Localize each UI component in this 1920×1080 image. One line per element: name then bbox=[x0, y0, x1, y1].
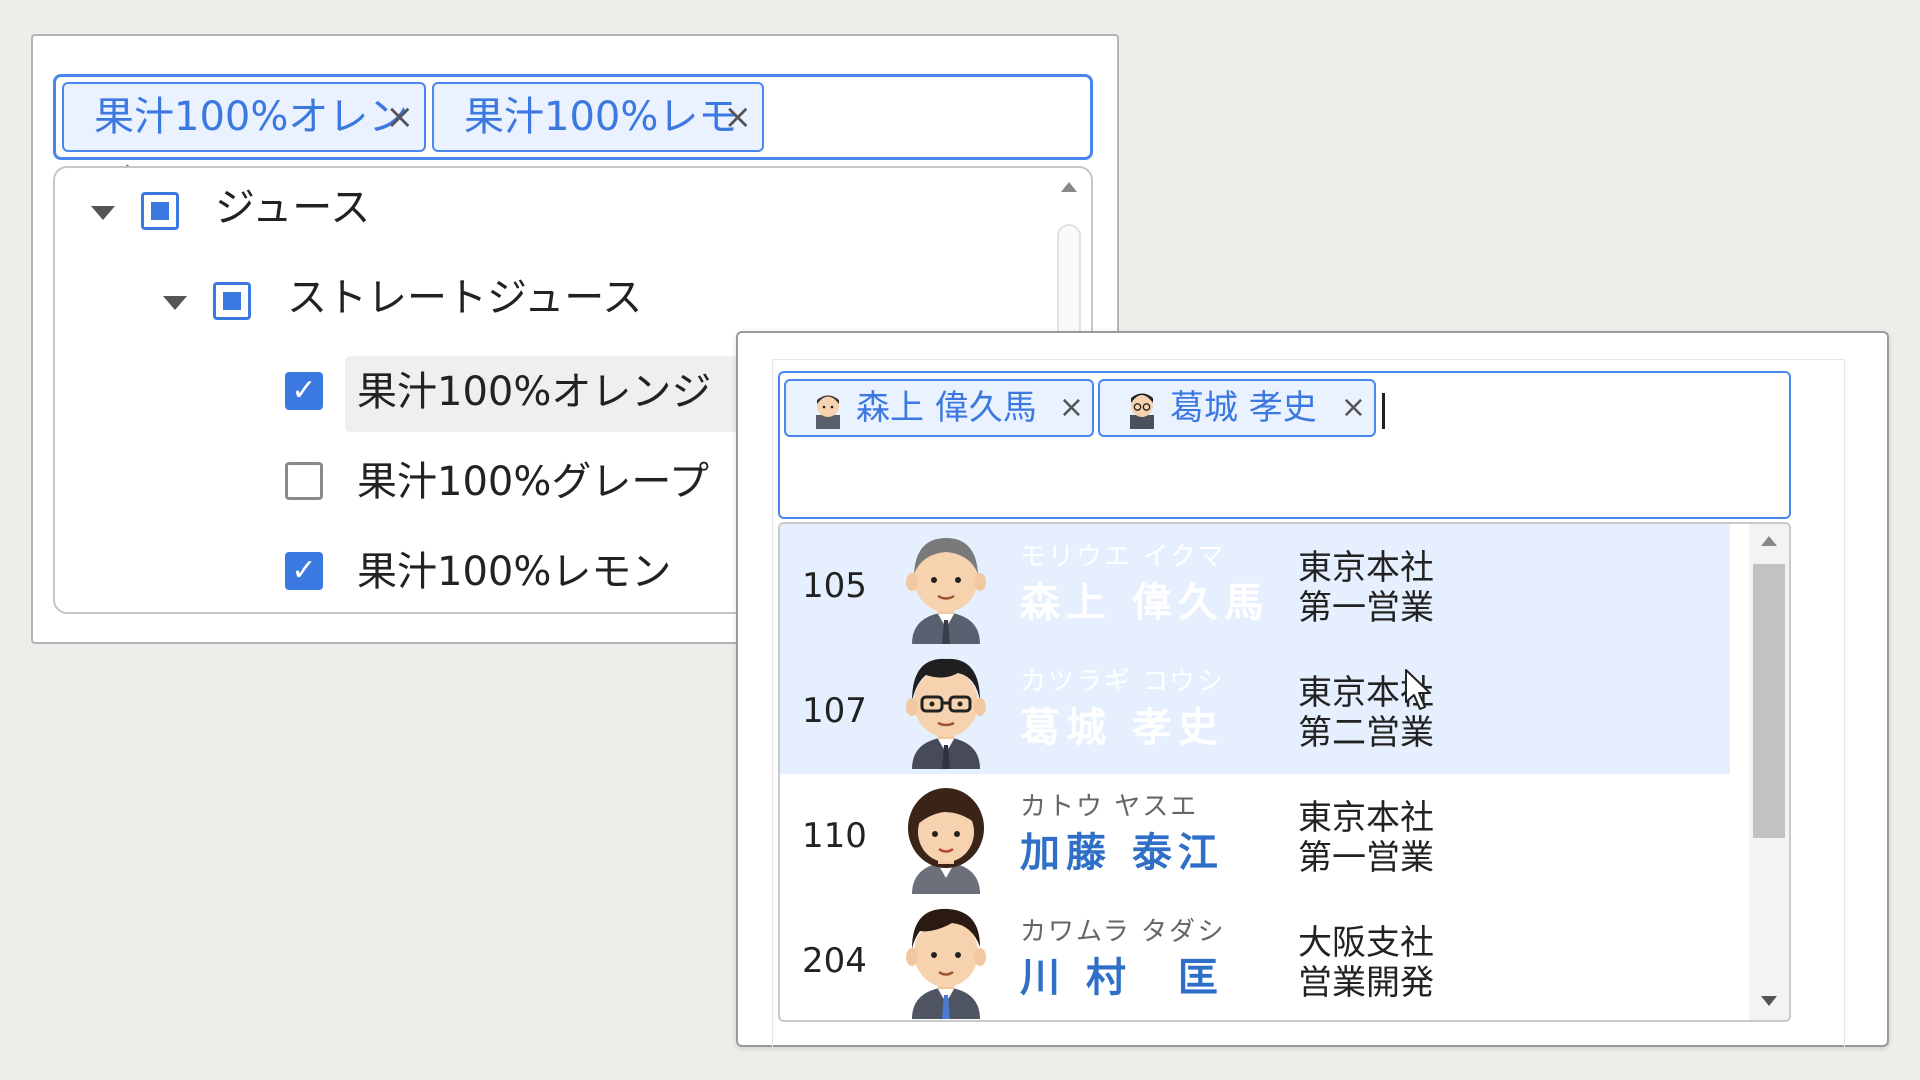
tag-remove-button[interactable]: × bbox=[386, 84, 415, 150]
list-item[interactable]: 204 カワムラ タダシ 川 村 匡 大阪支社 営業開発 bbox=[780, 899, 1730, 1020]
man-with-glasses-avatar-icon bbox=[906, 658, 986, 769]
employee-department: 営業開発 bbox=[1298, 963, 1434, 1003]
employee-department: 第一営業 bbox=[1298, 588, 1434, 628]
tag-remove-button[interactable]: × bbox=[724, 84, 753, 150]
tree-node-label[interactable]: ジュース bbox=[215, 170, 370, 246]
tree-checkbox[interactable] bbox=[213, 282, 251, 320]
tree-node-label[interactable]: 果汁100%オレンジ bbox=[357, 354, 711, 430]
employee-kana: カワムラ タダシ bbox=[1020, 917, 1226, 947]
mouse-pointer-icon bbox=[1405, 669, 1431, 710]
tree-node-label[interactable]: ストレートジュース bbox=[287, 260, 642, 336]
scroll-down-icon[interactable] bbox=[1761, 996, 1777, 1006]
text-caret bbox=[1382, 393, 1385, 429]
employee-id: 204 bbox=[802, 941, 867, 981]
tag-remove-button[interactable]: × bbox=[1341, 381, 1366, 435]
employee-kana: カトウ ヤスエ bbox=[1020, 792, 1199, 822]
expand-arrow-icon[interactable] bbox=[163, 296, 187, 310]
scroll-thumb[interactable] bbox=[1753, 564, 1785, 838]
tag-label: 森上 偉久馬 bbox=[856, 388, 1037, 428]
tree-node-label[interactable]: 果汁100%レモン bbox=[357, 534, 671, 610]
selected-tags-input[interactable]: 果汁100%オレンジ × 果汁100%レモン × bbox=[53, 74, 1093, 206]
tree-checkbox[interactable] bbox=[141, 192, 179, 230]
employee-dropdown-list: 105 モリウエ イクマ 森上 偉久馬 東京本社 第一営業 107 カツラギ コ… bbox=[778, 522, 1791, 1022]
employee-name: 加藤 泰江 bbox=[1020, 830, 1224, 876]
tag-chip: 果汁100%レモン × bbox=[432, 82, 764, 206]
expand-arrow-icon[interactable] bbox=[91, 206, 115, 220]
woman-avatar-icon bbox=[908, 788, 984, 894]
employee-name: 森上 偉久馬 bbox=[1020, 580, 1270, 626]
elderly-man-avatar-icon bbox=[906, 538, 986, 644]
employee-id: 110 bbox=[802, 816, 867, 856]
vertical-scrollbar[interactable] bbox=[1749, 524, 1789, 1020]
tree-checkbox[interactable]: ✓ bbox=[285, 552, 323, 590]
scroll-up-icon[interactable] bbox=[1061, 182, 1077, 192]
employee-name: 川 村 匡 bbox=[1020, 955, 1224, 1001]
list-item[interactable]: 107 カツラギ コウシ 葛城 孝史 東京本社 第二営業 bbox=[780, 649, 1730, 774]
tag-remove-button[interactable]: × bbox=[1059, 381, 1084, 435]
tag-chip: 葛城 孝史 × bbox=[1098, 379, 1376, 437]
employee-tags-input[interactable]: 森上 偉久馬 × 葛城 孝史 × bbox=[778, 371, 1791, 519]
tree-checkbox[interactable]: ✓ bbox=[285, 372, 323, 410]
list-item[interactable]: 110 カトウ ヤスエ 加藤 泰江 東京本社 第一営業 bbox=[780, 774, 1730, 899]
employee-combo-panel: 森上 偉久馬 × 葛城 孝史 × 105 モリウエ イクマ 森上 偉久馬 東京本… bbox=[736, 331, 1889, 1049]
person-with-glasses-avatar-icon bbox=[1130, 393, 1154, 429]
tag-chip: 果汁100%オレンジ × bbox=[62, 82, 426, 206]
employee-department: 第一営業 bbox=[1298, 838, 1434, 878]
employee-kana: カツラギ コウシ bbox=[1020, 667, 1226, 697]
tree-checkbox[interactable] bbox=[285, 462, 323, 500]
tag-label: 葛城 孝史 bbox=[1170, 388, 1317, 428]
list-item[interactable]: 105 モリウエ イクマ 森上 偉久馬 東京本社 第一営業 bbox=[780, 524, 1730, 649]
employee-id: 107 bbox=[802, 691, 867, 731]
person-avatar-icon bbox=[816, 395, 840, 429]
tag-chip: 森上 偉久馬 × bbox=[784, 379, 1094, 437]
employee-name: 葛城 孝史 bbox=[1020, 705, 1224, 751]
employee-id: 105 bbox=[802, 566, 867, 606]
employee-kana: モリウエ イクマ bbox=[1020, 542, 1226, 572]
young-man-avatar-icon bbox=[906, 908, 986, 1019]
scroll-up-icon[interactable] bbox=[1761, 536, 1777, 546]
tree-node-label[interactable]: 果汁100%グレープ bbox=[357, 444, 709, 520]
